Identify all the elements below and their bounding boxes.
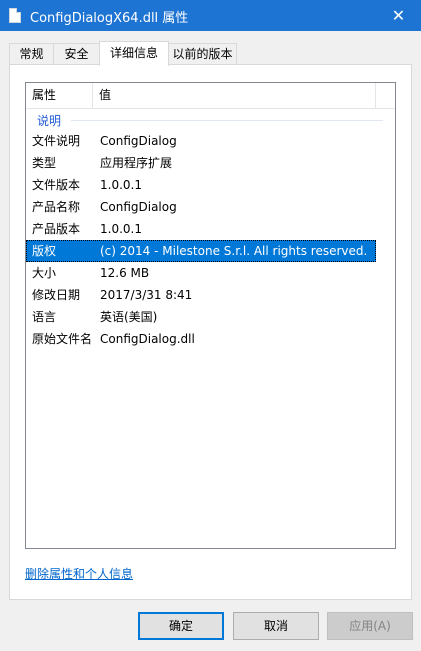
cancel-button[interactable]: 取消 (233, 612, 319, 640)
property-value: 应用程序扩展 (100, 156, 173, 170)
column-header-property[interactable]: 属性 (26, 83, 93, 108)
property-name: 版权 (32, 244, 57, 258)
close-button[interactable]: ✕ (376, 0, 421, 31)
tab-general[interactable]: 常规 (9, 43, 54, 65)
tab-strip: 常规 安全 详细信息 以前的版本 (9, 41, 412, 66)
dll-file-icon (9, 8, 21, 23)
list-item[interactable]: 原始文件名 ConfigDialog.dll (26, 328, 395, 350)
details-panel: 属性 值 说明 文件说明 ConfigDialog 类型 应用程序扩展 文件版本… (9, 64, 412, 600)
list-item[interactable]: 文件版本 1.0.0.1 (26, 174, 395, 196)
property-value: 1.0.0.1 (100, 222, 142, 236)
list-item[interactable]: 产品版本 1.0.0.1 (26, 218, 395, 240)
property-name: 文件说明 (32, 134, 81, 148)
property-name: 产品名称 (32, 200, 81, 214)
tab-security[interactable]: 安全 (53, 43, 100, 65)
property-value: 英语(美国) (100, 310, 158, 324)
property-value: ConfigDialog (100, 200, 177, 214)
property-value: 1.0.0.1 (100, 178, 142, 192)
remove-properties-link[interactable]: 删除属性和个人信息 (25, 565, 133, 582)
list-item[interactable]: 语言 英语(美国) (26, 306, 395, 328)
property-value: ConfigDialog (100, 134, 177, 148)
list-item[interactable]: 类型 应用程序扩展 (26, 152, 395, 174)
property-value: 12.6 MB (100, 266, 150, 280)
tab-previous-versions[interactable]: 以前的版本 (168, 43, 237, 65)
list-item[interactable]: 文件说明 ConfigDialog (26, 130, 395, 152)
list-item[interactable]: 产品名称 ConfigDialog (26, 196, 395, 218)
apply-button[interactable]: 应用(A) (327, 612, 413, 640)
property-value: ConfigDialog.dll (100, 332, 195, 346)
property-value: 2017/3/31 8:41 (100, 288, 193, 302)
property-value: (c) 2014 - Milestone S.r.l. All rights r… (100, 244, 368, 258)
property-rows: 文件说明 ConfigDialog 类型 应用程序扩展 文件版本 1.0.0.1… (26, 130, 395, 350)
group-label: 说明 (37, 114, 62, 128)
column-header-value[interactable]: 值 (93, 83, 376, 108)
group-divider (71, 120, 383, 121)
property-name: 文件版本 (32, 178, 81, 192)
properties-list[interactable]: 属性 值 说明 文件说明 ConfigDialog 类型 应用程序扩展 文件版本… (25, 82, 396, 549)
property-name: 修改日期 (32, 288, 81, 302)
property-name: 语言 (32, 310, 57, 324)
tab-details[interactable]: 详细信息 (99, 41, 169, 66)
list-item[interactable]: 大小 12.6 MB (26, 262, 395, 284)
property-name: 产品版本 (32, 222, 81, 236)
list-item[interactable]: 修改日期 2017/3/31 8:41 (26, 284, 395, 306)
property-name: 大小 (32, 266, 57, 280)
list-item-selected[interactable]: 版权 (c) 2014 - Milestone S.r.l. All right… (26, 240, 376, 262)
window-title: ConfigDialogX64.dll 属性 (30, 11, 189, 26)
property-name: 类型 (32, 156, 57, 170)
list-header: 属性 值 (26, 83, 395, 109)
group-description[interactable]: 说明 (26, 110, 395, 130)
title-bar: ConfigDialogX64.dll 属性 ✕ (0, 0, 421, 31)
ok-button[interactable]: 确定 (138, 612, 224, 640)
property-name: 原始文件名 (32, 332, 93, 346)
